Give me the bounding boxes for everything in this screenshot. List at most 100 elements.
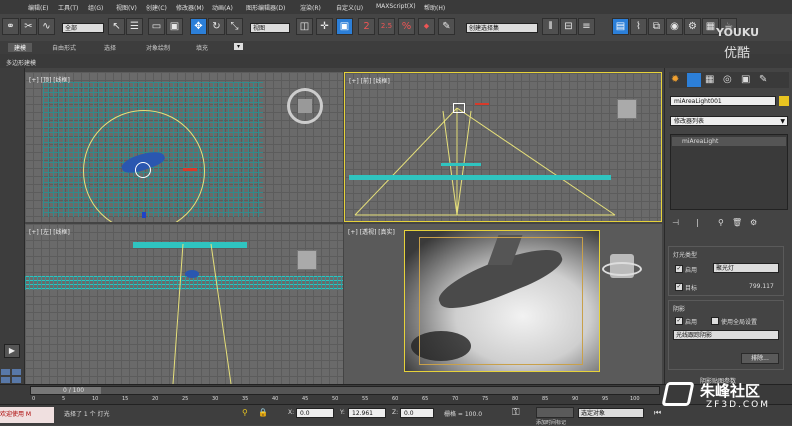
polygon-modeling-label[interactable]: 多边形建模 [6,58,36,67]
select-object-icon[interactable]: ↖ [108,18,125,35]
x-coord-field[interactable]: 0.0 [296,408,334,418]
key-filter-select[interactable]: 选定对象 [578,408,644,418]
snap-toggle-icon[interactable]: 2 [358,18,375,35]
select-manipulate-icon[interactable]: ✛ [316,18,333,35]
object-color-swatch[interactable] [779,96,789,106]
z-coord-field[interactable]: 0.0 [400,408,434,418]
ribbon-options-icon[interactable]: ▾ [234,43,244,50]
show-end-result-icon[interactable]: | [696,218,699,227]
viewport-perspective-label[interactable]: [+] [透视] [真实] [348,227,395,236]
select-rotate-icon[interactable]: ↻ [208,18,225,35]
link-icon[interactable]: ⚭ [2,18,19,35]
lock-icon[interactable]: 🔒 [258,408,268,417]
named-selection-set-select[interactable]: 创建选择集 [466,23,538,33]
viewcube-top[interactable] [287,88,323,124]
selection-filter-select[interactable]: 全部 [62,23,104,33]
menu-tools[interactable]: 工具(T) [58,3,78,12]
exclude-button[interactable]: 排除... [741,353,779,364]
schematic-view-icon[interactable]: ⧉ [648,18,665,35]
create-tab-icon[interactable]: ✹ [671,74,679,85]
angle-snap-icon[interactable]: 2.5 [378,18,395,35]
hierarchy-tab-icon[interactable]: ▦ [705,74,714,85]
object-name-field[interactable]: miAreaLight001 [670,96,776,106]
gizmo-z-axis [142,212,146,218]
select-by-name-icon[interactable]: ☰ [126,18,143,35]
viewport-front[interactable]: [+] [前] [线框] [344,72,662,222]
make-unique-icon[interactable]: ⚲ [718,218,724,227]
bind-space-warp-icon[interactable]: ∿ [38,18,55,35]
goto-start-icon[interactable]: ⏮ [654,408,661,418]
percent-snap-icon[interactable]: % [398,18,415,35]
maxscript-mini-listener[interactable]: 欢迎使用 M [0,407,54,423]
viewport-top[interactable]: [+] [顶] [线框] [25,72,343,222]
tab-modeling[interactable]: 建模 [8,43,33,52]
y-coord-field[interactable]: 12.961 [348,408,386,418]
display-tab-icon[interactable]: ▣ [741,74,750,85]
light-type-select[interactable]: 聚光灯 [713,263,779,273]
utilities-tab-icon[interactable]: ✎ [759,74,767,85]
add-time-tag-label[interactable]: 添加时间标记 [536,419,566,426]
menu-animation[interactable]: 动画(A) [212,3,233,12]
menu-create[interactable]: 创建(C) [146,3,167,12]
viewport-perspective[interactable]: [+] [透视] [真实] [344,224,662,384]
timeline-ruler[interactable]: 0 5 10 15 20 25 30 35 40 45 50 55 60 65 … [30,396,660,404]
menu-edit[interactable]: 编辑(E) [28,3,48,12]
select-scale-icon[interactable]: ⤡ [226,18,243,35]
grid-size-label: 栅格 = 100.0 [444,411,483,418]
global-settings-checkbox[interactable] [711,317,719,325]
stack-item[interactable]: miAreaLight [672,137,786,146]
tick-label: 40 [272,396,279,402]
viewport-layout-icon[interactable] [0,368,22,384]
edit-named-selection-icon[interactable]: ✎ [438,18,455,35]
tab-selection[interactable]: 选择 [104,43,116,52]
keyboard-shortcut-override-icon[interactable]: ▣ [336,18,353,35]
remove-modifier-icon[interactable]: 🗑 [732,218,742,227]
tab-populate[interactable]: 填充 [196,43,208,52]
time-slider[interactable]: 0 / 100 [30,386,660,395]
menu-group[interactable]: 组(G) [88,3,103,12]
set-key-button[interactable] [536,407,574,418]
layer-manager-icon[interactable]: ≡ [578,18,595,35]
viewport-top-label[interactable]: [+] [顶] [线框] [29,75,70,84]
menu-views[interactable]: 视图(V) [116,3,137,12]
tab-freeform[interactable]: 自由形式 [52,43,76,52]
shadow-type-select[interactable]: 光线跟踪阴影 [673,330,779,340]
menu-customize[interactable]: 自定义(U) [336,3,363,12]
play-icon[interactable]: ▶ [4,344,20,358]
menu-maxscript[interactable]: MAXScript(X) [376,3,416,10]
menu-rendering[interactable]: 渲染(R) [300,3,321,12]
modify-tab-icon[interactable] [687,73,701,87]
viewcube-left[interactable] [297,250,317,270]
viewport-front-label[interactable]: [+] [前] [线框] [349,76,390,85]
graphite-toolbar-icon[interactable]: ▤ [612,18,629,35]
mirror-icon[interactable]: ⫴ [542,18,559,35]
key-icon[interactable]: ⚿ [512,407,520,418]
light-enable-checkbox[interactable]: ✓ [675,265,683,273]
configure-sets-icon[interactable]: ⚙ [750,218,757,227]
menu-graph-editors[interactable]: 图形编辑器(D) [246,3,285,12]
target-checkbox[interactable]: ✓ [675,283,683,291]
viewport-left-label[interactable]: [+] [左] [线框] [29,227,70,236]
unlink-icon[interactable]: ✂ [20,18,37,35]
pivot-center-icon[interactable]: ◫ [296,18,313,35]
modifier-stack[interactable]: miAreaLight [670,134,788,210]
lock-selection-icon[interactable]: ⚲ [242,408,248,417]
viewcube-front[interactable] [617,99,637,119]
modifier-list-select[interactable]: 修改器列表 ▼ [670,116,788,126]
tab-object-paint[interactable]: 对象绘制 [146,43,170,52]
viewport-left[interactable]: [+] [左] [线框] [25,224,343,384]
pin-stack-icon[interactable]: ⊣ [672,218,679,227]
select-move-icon[interactable]: ✥ [190,18,207,35]
rect-selection-icon[interactable]: ▭ [148,18,165,35]
window-crossing-icon[interactable]: ▣ [166,18,183,35]
motion-tab-icon[interactable]: ◎ [723,74,732,85]
menu-modifiers[interactable]: 修改器(M) [176,3,204,12]
menu-help[interactable]: 帮助(H) [424,3,445,12]
curve-editor-icon[interactable]: ⌇ [630,18,647,35]
align-icon[interactable]: ⊟ [560,18,577,35]
reference-coord-select[interactable]: 视图 [250,23,290,33]
render-setup-icon[interactable]: ⚙ [684,18,701,35]
spinner-snap-icon[interactable]: ◆ [418,18,435,35]
shadow-enable-checkbox[interactable]: ✓ [675,317,683,325]
material-editor-icon[interactable]: ◉ [666,18,683,35]
